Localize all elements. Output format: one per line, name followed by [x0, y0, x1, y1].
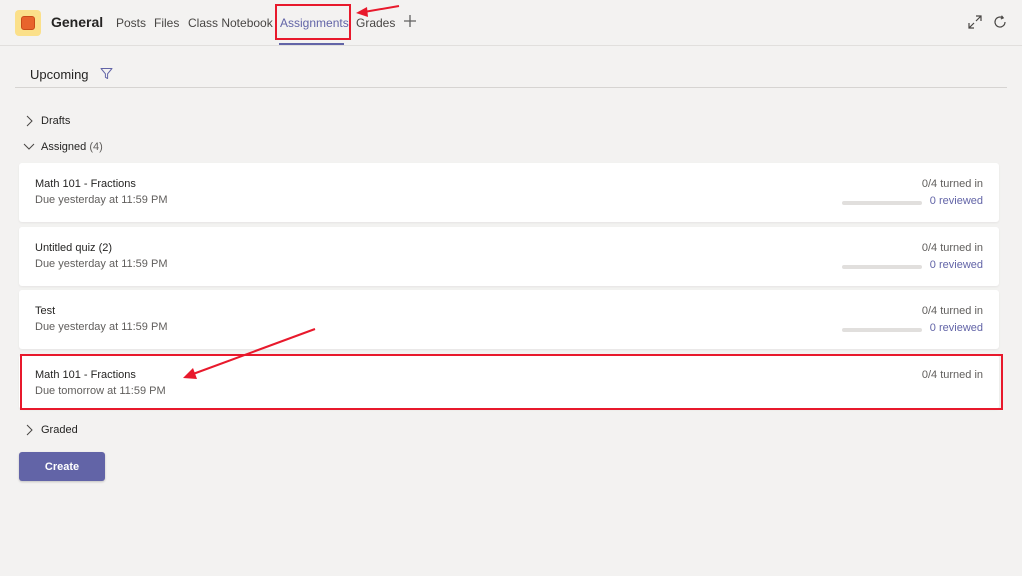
- divider: [15, 87, 1007, 88]
- reviewed-count: 0 reviewed: [929, 259, 983, 271]
- chevron-right-icon: [26, 424, 33, 436]
- turned-in-count: 0/4 turned in: [921, 178, 983, 190]
- assignment-due: Due yesterday at 11:59 PM: [35, 321, 168, 333]
- annotation-highlight-box: [275, 4, 351, 40]
- active-tab-indicator: [279, 43, 344, 45]
- reviewed-count: 0 reviewed: [929, 195, 983, 207]
- turned-in-count: 0/4 turned in: [921, 242, 983, 254]
- assignment-due: Due yesterday at 11:59 PM: [35, 258, 168, 270]
- add-tab-icon[interactable]: [401, 12, 419, 30]
- assigned-text: Assigned: [41, 141, 87, 153]
- tab-posts[interactable]: Posts: [116, 16, 146, 30]
- review-progress-bar: [842, 201, 922, 205]
- channel-name: General: [51, 14, 104, 30]
- refresh-icon[interactable]: [992, 14, 1008, 30]
- team-logo-mark: [21, 16, 35, 30]
- review-progress-bar: [842, 265, 922, 269]
- reviewed-count: 0 reviewed: [929, 322, 983, 334]
- assignment-title: Untitled quiz (2): [35, 242, 113, 254]
- assignment-card[interactable]: Math 101 - Fractions Due yesterday at 11…: [19, 163, 999, 222]
- chevron-right-icon: [26, 115, 33, 127]
- team-logo: [15, 10, 41, 36]
- tab-grades[interactable]: Grades: [356, 16, 395, 30]
- section-assigned-label: Assigned (4): [41, 141, 103, 153]
- assigned-count: (4): [89, 141, 103, 153]
- section-graded-label: Graded: [41, 424, 78, 436]
- channel-header: General Posts Files Class Notebook Assig…: [0, 0, 1022, 46]
- create-button[interactable]: Create: [19, 452, 105, 481]
- assignment-due: Due yesterday at 11:59 PM: [35, 194, 168, 206]
- tab-class-notebook[interactable]: Class Notebook: [188, 16, 273, 30]
- turned-in-count: 0/4 turned in: [921, 305, 983, 317]
- filter-icon[interactable]: [100, 67, 113, 80]
- annotation-highlight-box: [20, 354, 1003, 410]
- section-drafts-label: Drafts: [41, 115, 71, 127]
- assignment-title: Test: [35, 305, 56, 317]
- assignment-title: Math 101 - Fractions: [35, 178, 136, 190]
- assignment-card[interactable]: Untitled quiz (2) Due yesterday at 11:59…: [19, 227, 999, 286]
- page-title: Upcoming: [30, 67, 89, 82]
- expand-icon[interactable]: [967, 14, 983, 30]
- assignment-card[interactable]: Test Due yesterday at 11:59 PM 0/4 turne…: [19, 290, 999, 349]
- review-progress-bar: [842, 328, 922, 332]
- tab-files[interactable]: Files: [154, 16, 179, 30]
- chevron-down-icon: [23, 143, 35, 150]
